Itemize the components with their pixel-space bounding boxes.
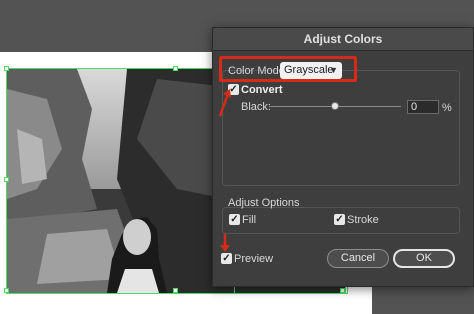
checkmark-icon: ✓ bbox=[230, 214, 239, 225]
dialog-title: Adjust Colors bbox=[213, 28, 473, 51]
stroke-label: Stroke bbox=[347, 214, 379, 226]
preview-checkbox[interactable]: ✓ bbox=[221, 253, 232, 264]
ok-button[interactable]: OK bbox=[393, 249, 455, 268]
black-unit: % bbox=[442, 102, 452, 114]
black-label: Black: bbox=[241, 101, 271, 113]
stroke-checkbox[interactable]: ✓ bbox=[334, 214, 345, 225]
red-arrow-icon bbox=[218, 89, 231, 117]
red-arrow-icon bbox=[220, 234, 230, 252]
fill-checkbox[interactable]: ✓ bbox=[229, 214, 240, 225]
adjust-options-label: Adjust Options bbox=[228, 197, 300, 209]
black-value-field[interactable]: 0 bbox=[407, 100, 439, 114]
checkmark-icon: ✓ bbox=[335, 214, 344, 225]
checkmark-icon: ✓ bbox=[222, 253, 231, 264]
color-mode-highlight bbox=[219, 56, 357, 82]
preview-label: Preview bbox=[234, 253, 274, 265]
black-slider-knob[interactable] bbox=[331, 102, 339, 110]
cancel-button[interactable]: Cancel bbox=[327, 249, 389, 268]
convert-label: Convert bbox=[241, 84, 283, 96]
fill-label: Fill bbox=[242, 214, 257, 226]
